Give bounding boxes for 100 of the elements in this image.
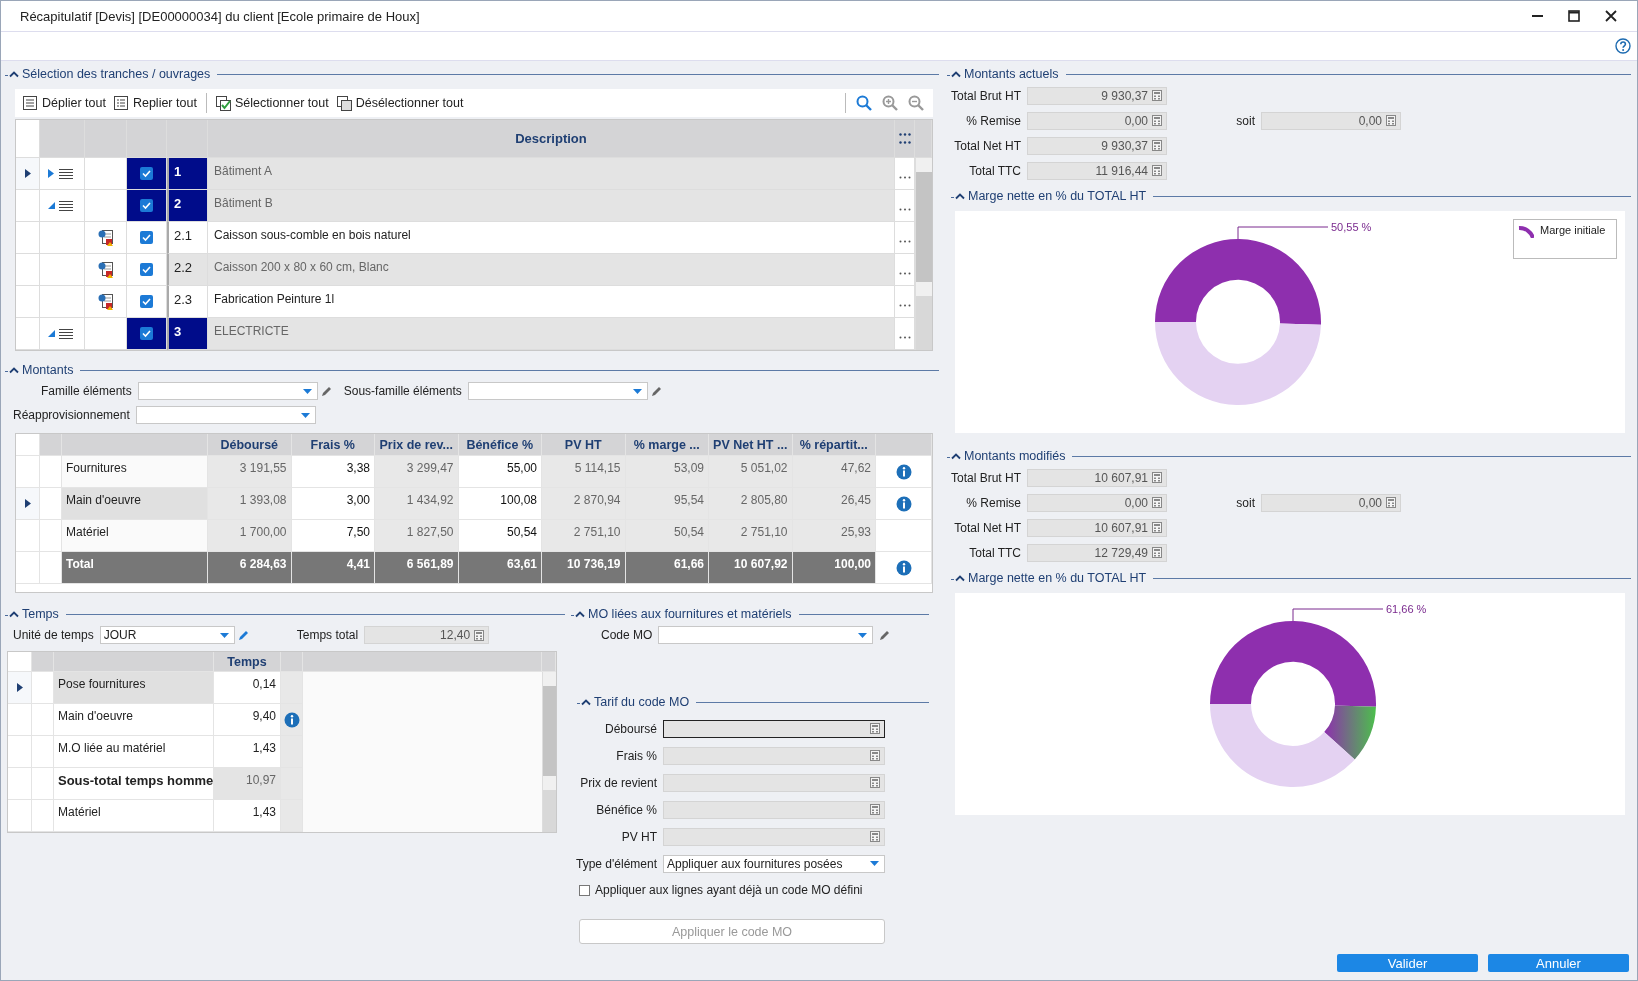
column-header[interactable]: Déboursé (208, 434, 292, 456)
list-icon (59, 167, 73, 180)
calculator-icon[interactable] (1152, 547, 1162, 558)
calculator-icon[interactable] (1152, 140, 1162, 151)
column-header[interactable]: Temps (214, 652, 281, 672)
column-header[interactable]: PV HT (542, 434, 626, 456)
more-icon[interactable] (898, 240, 911, 243)
readonly-field: 11 916,44 (1027, 161, 1167, 180)
calculator-icon[interactable] (870, 750, 880, 761)
table-cell: 10,97 (214, 768, 281, 800)
collapse-icon[interactable] (947, 451, 961, 461)
checkbox[interactable] (140, 167, 153, 180)
checkbox-label[interactable]: Appliquer aux lignes ayant déjà un code MO défini (595, 883, 863, 897)
table-cell: Bâtiment B (208, 190, 895, 222)
caret-icon (858, 632, 868, 638)
info-icon[interactable] (283, 711, 300, 728)
column-header[interactable]: Prix de rev... (375, 434, 459, 456)
dialog-button[interactable]: Annuler (1488, 954, 1629, 972)
more-icon[interactable] (898, 336, 911, 339)
expander-icon[interactable] (48, 169, 55, 178)
calculator-icon[interactable] (870, 831, 880, 842)
expander-icon[interactable] (48, 330, 55, 337)
edit-icon[interactable] (650, 385, 662, 397)
toolbar-button[interactable]: Replier tout (111, 93, 199, 113)
scrollbar[interactable] (915, 158, 932, 350)
more-icon[interactable] (898, 208, 911, 211)
section-title: Montants actuels (964, 67, 1059, 81)
search-icon[interactable] (856, 95, 872, 111)
collapse-icon[interactable] (5, 609, 19, 619)
table-cell: 1 (167, 158, 208, 190)
checkbox[interactable] (579, 884, 590, 896)
info-icon[interactable] (895, 463, 912, 480)
collapse-icon[interactable] (951, 573, 965, 583)
table-cell: 3 191,55 (208, 456, 292, 488)
data-label: 61,66 % (1386, 603, 1427, 615)
column-header[interactable]: Frais % (291, 434, 375, 456)
calculator-icon[interactable] (1152, 90, 1162, 101)
checkbox[interactable] (140, 231, 153, 244)
more-icon[interactable] (898, 304, 911, 307)
close-icon[interactable] (1605, 10, 1617, 22)
column-header[interactable]: % marge ... (625, 434, 709, 456)
calculator-icon[interactable] (1152, 165, 1162, 176)
table-cell: 1 434,92 (375, 488, 459, 520)
header-cell (542, 652, 556, 672)
table-cell: M.O liée au matériel (54, 736, 214, 768)
table-cell: 3,38 (291, 456, 375, 488)
column-header[interactable]: Description (208, 120, 895, 158)
zoom-out-icon[interactable] (908, 95, 924, 111)
checkbox[interactable] (140, 263, 153, 276)
checkbox[interactable] (140, 295, 153, 308)
more-icon[interactable] (898, 133, 911, 144)
collapse-icon[interactable] (577, 697, 591, 707)
maximize-icon[interactable] (1568, 10, 1580, 22)
help-icon[interactable] (1615, 38, 1631, 54)
column-header[interactable]: PV Net HT ... (709, 434, 793, 456)
table-cell: 2.2 (167, 254, 208, 286)
collapse-icon[interactable] (5, 365, 19, 375)
expander-icon[interactable] (48, 202, 55, 209)
field-label: Sous-famille éléments (343, 384, 462, 398)
calculator-icon[interactable] (870, 804, 880, 815)
calculator-icon[interactable] (1152, 522, 1162, 533)
edit-icon[interactable] (320, 385, 332, 397)
more-icon[interactable] (898, 272, 911, 275)
table-cell (32, 800, 54, 832)
calculator-icon[interactable] (474, 629, 485, 641)
table-cell: Matériel (54, 800, 214, 832)
collapse-icon[interactable] (951, 191, 965, 201)
checkbox[interactable] (140, 327, 153, 340)
field-label: Total Net HT (953, 520, 1021, 535)
toolbar-button[interactable]: Désélectionner tout (334, 93, 466, 113)
calculator-icon[interactable] (870, 777, 880, 788)
scrollbar[interactable] (542, 672, 556, 832)
calculator-icon[interactable] (870, 723, 880, 734)
dialog-button[interactable]: Valider (1337, 954, 1478, 972)
dropdown[interactable]: JOUR (99, 626, 235, 644)
toolbar-button[interactable]: Sélectionner tout (213, 93, 331, 113)
calculator-icon[interactable] (1152, 115, 1162, 126)
toolbar-button[interactable]: Déplier tout (21, 93, 108, 113)
edit-icon[interactable] (237, 629, 249, 641)
collapse-icon[interactable] (5, 69, 19, 79)
info-icon[interactable] (895, 495, 912, 512)
calculator-icon[interactable] (1386, 115, 1396, 126)
column-header[interactable]: % répartit... (792, 434, 876, 456)
collapse-icon[interactable] (571, 609, 585, 619)
checkbox[interactable] (140, 199, 153, 212)
table-cell: 25,93 (792, 520, 876, 552)
edit-icon[interactable] (879, 629, 891, 641)
info-icon[interactable] (895, 559, 912, 576)
calculator-icon[interactable] (1152, 497, 1162, 508)
dropdown[interactable]: Appliquer aux fournitures posées (663, 854, 885, 873)
collapse-icon[interactable] (947, 69, 961, 79)
more-icon[interactable] (898, 176, 911, 179)
zoom-in-icon[interactable] (882, 95, 898, 111)
column-header[interactable]: Bénéfice % (458, 434, 542, 456)
field-label: Temps total (296, 628, 359, 642)
readonly-field: 10 607,91 (1027, 468, 1167, 487)
table-cell: 6 284,63 (208, 552, 292, 584)
calculator-icon[interactable] (1386, 497, 1396, 508)
list-icon (113, 95, 129, 111)
calculator-icon[interactable] (1152, 472, 1162, 483)
